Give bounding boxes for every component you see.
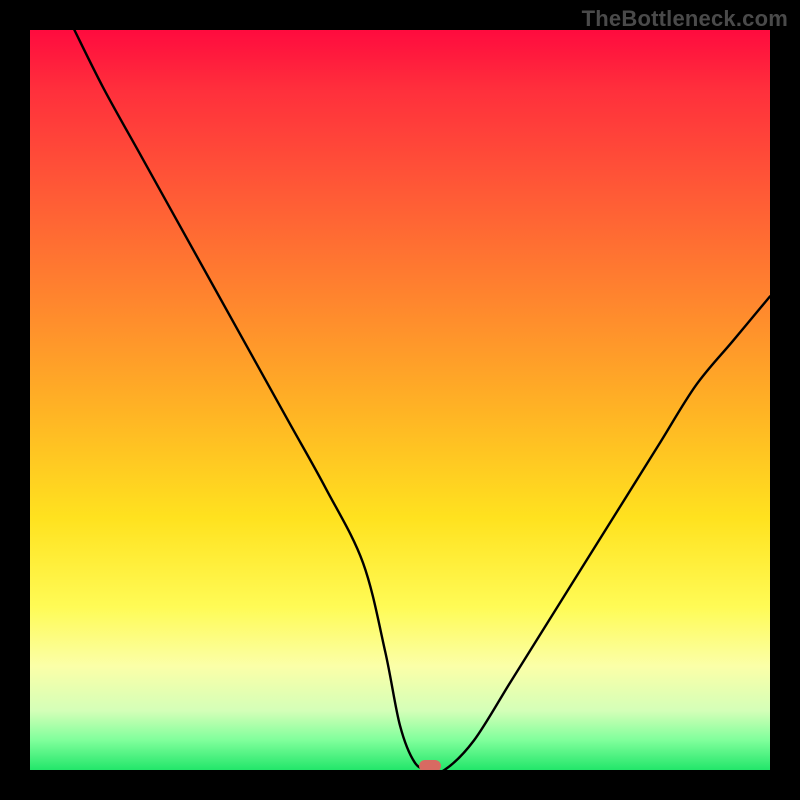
plot-outer: [30, 30, 770, 770]
chart-frame: TheBottleneck.com: [0, 0, 800, 800]
watermark-text: TheBottleneck.com: [582, 6, 788, 32]
plot-area: [30, 30, 770, 770]
bottleneck-marker: [419, 760, 441, 770]
bottleneck-curve: [30, 30, 770, 770]
